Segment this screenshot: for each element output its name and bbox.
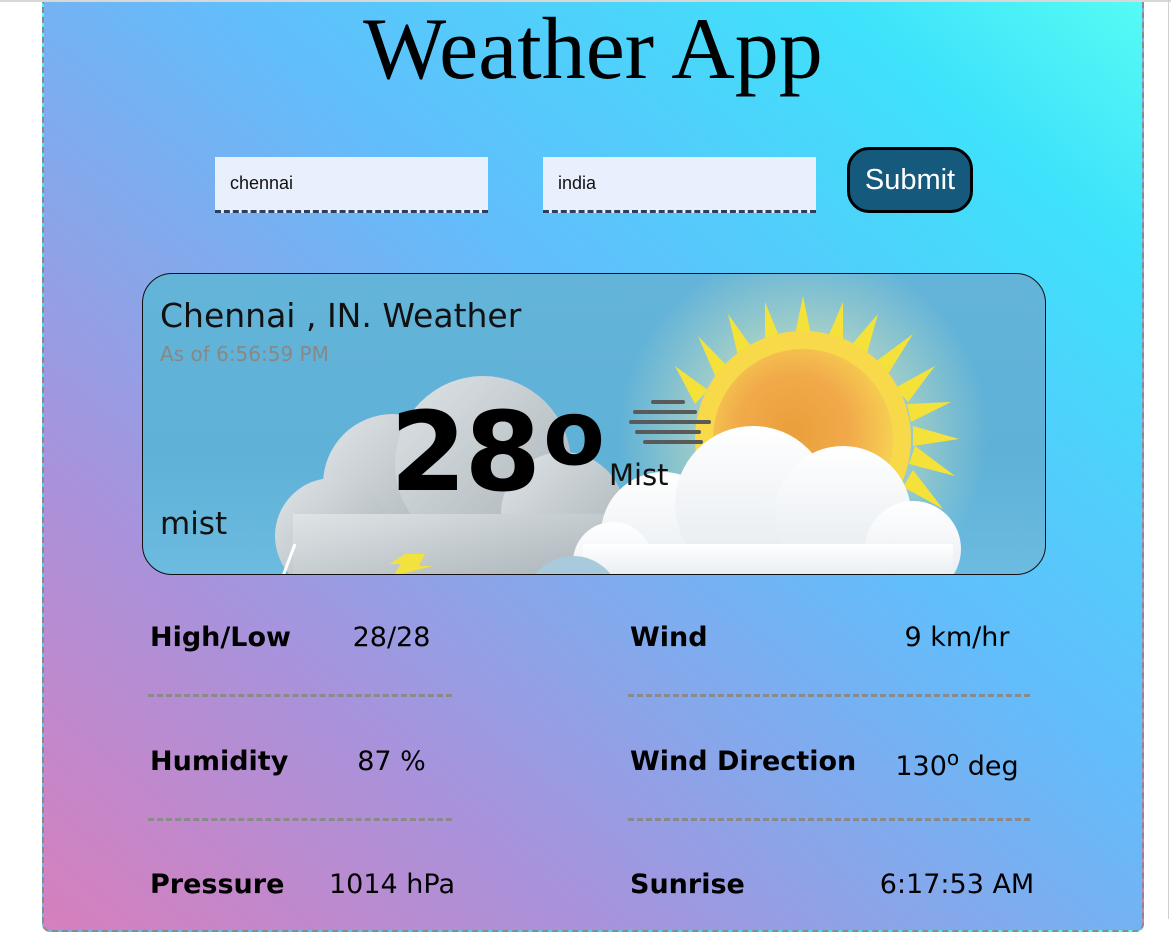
weather-app-container: Weather App Submit bbox=[42, 2, 1144, 932]
city-input[interactable] bbox=[215, 157, 488, 213]
wind-direction-label: Wind Direction bbox=[630, 746, 857, 777]
humidity-label: Humidity bbox=[150, 746, 289, 777]
wind-direction-unit: deg bbox=[959, 751, 1019, 782]
degree-symbol: o bbox=[543, 381, 605, 486]
divider bbox=[628, 694, 1030, 697]
sunrise-label: Sunrise bbox=[630, 869, 745, 900]
divider bbox=[148, 694, 452, 697]
pressure-label: Pressure bbox=[150, 869, 285, 900]
window-right-rule bbox=[1168, 0, 1169, 919]
current-weather-card: Chennai , IN. Weather As of 6:56:59 PM 2… bbox=[142, 273, 1046, 575]
timestamp-text: As of 6:56:59 PM bbox=[160, 342, 329, 366]
humidity-value: 87 % bbox=[357, 746, 426, 777]
condition-label: Mist bbox=[609, 458, 669, 492]
sunrise-value: 6:17:53 AM bbox=[879, 869, 1035, 900]
condition-description: mist bbox=[160, 506, 228, 542]
location-heading: Chennai , IN. Weather bbox=[160, 296, 522, 335]
submit-button[interactable]: Submit bbox=[847, 147, 973, 213]
divider bbox=[148, 818, 452, 821]
wind-direction-number: 130 bbox=[895, 751, 947, 782]
degree-symbol: o bbox=[946, 746, 960, 770]
temperature-number: 28 bbox=[390, 388, 541, 516]
wind-value: 9 km/hr bbox=[904, 622, 1010, 653]
temperature-value: 28o bbox=[390, 374, 605, 512]
divider bbox=[628, 818, 1030, 821]
pressure-value: 1014 hPa bbox=[328, 869, 456, 900]
country-input[interactable] bbox=[543, 157, 816, 213]
high-low-value: 28/28 bbox=[352, 622, 431, 653]
high-low-label: High/Low bbox=[150, 622, 291, 653]
wind-label: Wind bbox=[630, 622, 708, 653]
wind-direction-value: 130o deg bbox=[882, 746, 1032, 782]
page-title: Weather App bbox=[363, 2, 823, 98]
